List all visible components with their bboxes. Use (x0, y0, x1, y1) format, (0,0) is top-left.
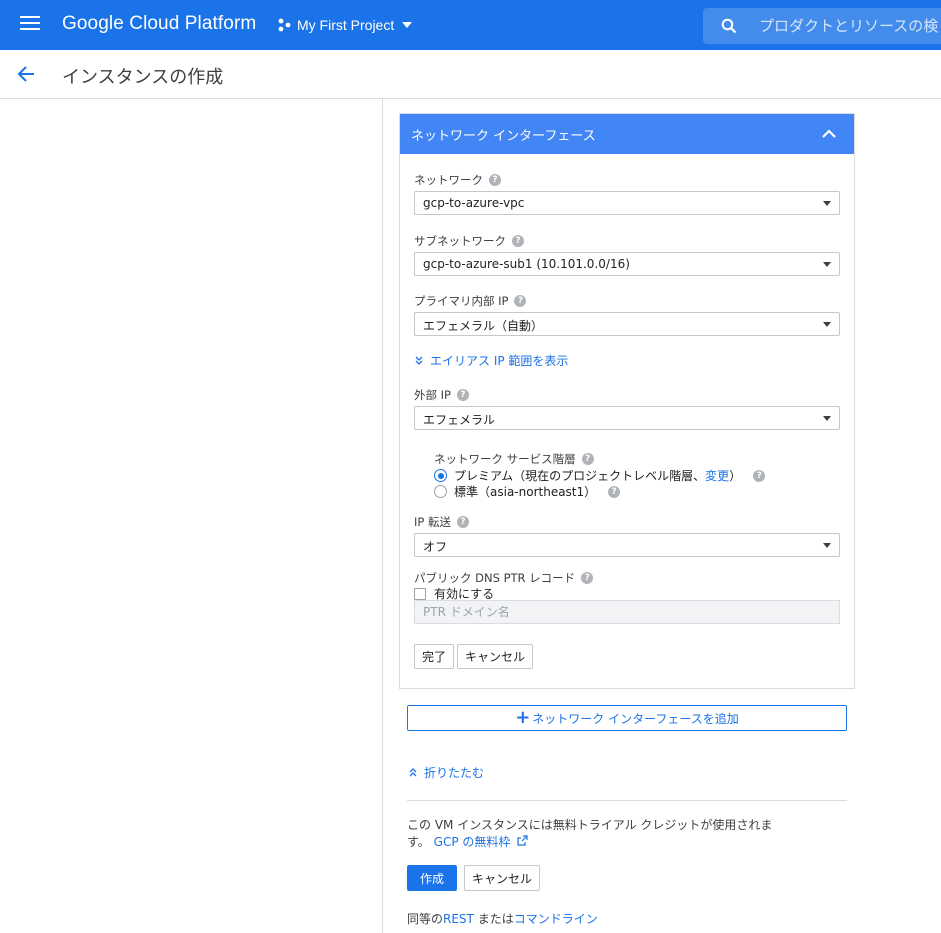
help-icon[interactable]: ? (514, 295, 527, 307)
page-header: インスタンスの作成 (0, 50, 941, 99)
ip-forwarding-label: IP 転送? (414, 514, 469, 530)
primary-ip-select[interactable]: エフェメラル（自動） (414, 312, 840, 336)
search-bar[interactable] (703, 8, 941, 44)
dropdown-arrow-icon (823, 201, 831, 206)
dns-enable-checkbox[interactable] (414, 587, 426, 600)
help-icon[interactable]: ? (456, 389, 469, 401)
section-divider (407, 800, 847, 801)
network-select[interactable]: gcp-to-azure-vpc (414, 191, 840, 215)
back-arrow-icon[interactable] (16, 64, 36, 84)
network-label: ネットワーク? (414, 172, 501, 188)
command-line-link[interactable]: コマンドライン (514, 912, 598, 926)
ptr-domain-input[interactable] (414, 600, 840, 624)
network-interface-header[interactable]: ネットワーク インターフェース (400, 114, 854, 154)
subnet-label: サブネットワーク? (414, 233, 524, 249)
help-icon[interactable]: ? (512, 235, 524, 247)
rest-link[interactable]: REST (443, 912, 474, 926)
primary-ip-label: プライマリ内部 IP? (414, 293, 527, 309)
external-ip-label: 外部 IP? (414, 387, 469, 403)
equivalent-command-line: 同等のREST またはコマンドライン (407, 912, 598, 926)
change-tier-link[interactable]: 変更 (705, 467, 729, 484)
collapse-link[interactable]: 折りたたむ (408, 764, 484, 781)
help-icon[interactable]: ? (608, 485, 621, 498)
dns-ptr-label: パブリック DNS PTR レコード? (414, 570, 594, 586)
card-title: ネットワーク インターフェース (411, 128, 596, 144)
trial-notice: この VM インスタンスには無料トライアル クレジットが使用されます。 GCP … (407, 818, 773, 849)
search-input[interactable] (757, 16, 941, 36)
dropdown-arrow-icon (823, 262, 831, 267)
tier-label: ネットワーク サービス階層? (434, 451, 594, 467)
external-ip-select[interactable]: エフェメラル (414, 406, 840, 430)
menu-icon[interactable] (20, 16, 40, 32)
dropdown-arrow-icon (823, 543, 831, 548)
help-icon[interactable]: ? (456, 516, 469, 528)
project-name: My First Project (297, 17, 395, 33)
project-dots-icon (278, 18, 291, 32)
tier-premium-option[interactable]: プレミアム（現在のプロジェクトレベル階層、 変更 ） ? (434, 467, 766, 484)
help-icon[interactable]: ? (489, 174, 501, 186)
top-app-bar: Google Cloud Platform My First Project (0, 0, 941, 50)
add-network-interface-button[interactable]: + ネットワーク インターフェースを追加 (407, 705, 847, 731)
chevron-down-icon (402, 22, 413, 28)
card-cancel-button[interactable]: キャンセル (457, 644, 533, 669)
search-icon (721, 18, 737, 34)
network-interface-card: ネットワーク インターフェース ネットワーク? gcp-to-azure-vpc… (399, 113, 855, 689)
chevron-up-icon[interactable] (822, 129, 836, 139)
free-tier-link[interactable]: GCP の無料枠 (434, 835, 529, 849)
tier-standard-option[interactable]: 標準（asia-northeast1） ? (434, 483, 621, 500)
pane-divider (382, 99, 383, 933)
done-button[interactable]: 完了 (414, 644, 454, 669)
chevron-up-double-icon (409, 767, 417, 776)
help-icon[interactable]: ? (753, 469, 766, 482)
help-icon[interactable]: ? (581, 572, 594, 584)
dropdown-arrow-icon (823, 322, 831, 327)
brand-title[interactable]: Google Cloud Platform (62, 13, 256, 35)
help-icon[interactable]: ? (581, 453, 594, 465)
cancel-button[interactable]: キャンセル (464, 865, 540, 891)
premium-radio[interactable] (434, 469, 447, 482)
dropdown-arrow-icon (823, 416, 831, 421)
page-title: インスタンスの作成 (62, 67, 224, 88)
project-selector[interactable]: My First Project (277, 17, 413, 33)
show-alias-ip-link[interactable]: エイリアス IP 範囲を表示 (414, 352, 568, 369)
subnet-select[interactable]: gcp-to-azure-sub1 (10.101.0.0/16) (414, 252, 840, 276)
ip-forwarding-select[interactable]: オフ (414, 533, 840, 557)
create-button[interactable]: 作成 (407, 865, 457, 891)
chevron-down-double-icon (415, 356, 423, 365)
plus-icon: + (515, 707, 531, 728)
external-link-icon (517, 835, 528, 846)
standard-radio[interactable] (434, 485, 447, 498)
